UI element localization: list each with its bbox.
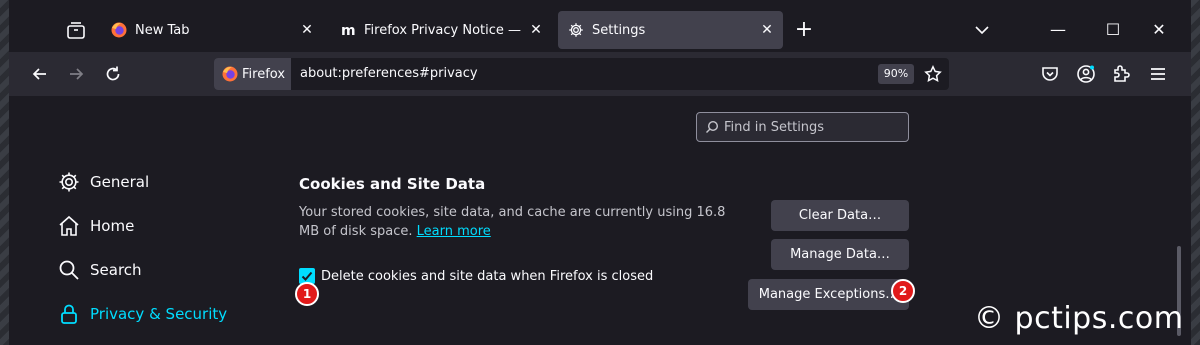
zoom-indicator[interactable]: 90% (878, 64, 914, 84)
category-home[interactable]: Home (57, 212, 134, 240)
new-tab-button[interactable]: + (794, 17, 814, 42)
bookmark-star-button[interactable] (924, 65, 942, 83)
forward-arrow-icon (70, 68, 84, 80)
tab-label: Firefox Privacy Notice — Mozilla (364, 22, 522, 38)
cookies-description: Your stored cookies, site data, and cach… (299, 203, 749, 241)
chevron-down-icon (975, 26, 989, 35)
annotation-badge-2: 2 (891, 279, 915, 303)
cookies-section-title: Cookies and Site Data (299, 175, 486, 193)
extensions-button[interactable] (1111, 64, 1131, 84)
forward-button[interactable] (66, 64, 86, 84)
maximize-icon: ☐ (1105, 20, 1121, 39)
firefox-icon (111, 22, 127, 38)
category-label: Home (90, 217, 135, 235)
app-menu-button[interactable] (1148, 64, 1168, 84)
gear-icon (569, 23, 583, 37)
tab-close-icon[interactable]: ✕ (759, 22, 775, 38)
star-icon (924, 65, 942, 82)
tab-strip: New Tab ✕ m Firefox Privacy Notice — Moz… (9, 0, 1191, 52)
category-label: Privacy & Security (90, 305, 228, 323)
learn-more-link[interactable]: Learn more (417, 224, 491, 239)
close-window-button[interactable]: ✕ (1145, 16, 1173, 44)
checkmark-icon (301, 271, 313, 281)
lock-icon (61, 304, 77, 324)
desktop-background-left (0, 0, 9, 345)
watermark: © pctips.com (974, 301, 1184, 336)
minimize-icon: — (1050, 20, 1066, 39)
maximize-button[interactable]: ☐ (1099, 16, 1127, 44)
puzzle-icon (1114, 65, 1130, 82)
tab-label: New Tab (135, 22, 190, 38)
delete-cookies-label: Delete cookies and site data when Firefo… (321, 268, 654, 284)
pocket-button[interactable] (1040, 64, 1060, 84)
annotation-badge-1: 1 (295, 282, 319, 306)
reload-button[interactable] (103, 64, 123, 84)
cookies-description-text: Your stored cookies, site data, and cach… (299, 205, 726, 239)
back-arrow-icon (32, 68, 46, 80)
account-icon (1077, 65, 1095, 83)
address-bar[interactable]: Firefox about:preferences#privacy 90% (214, 58, 949, 90)
firefox-view-button[interactable] (65, 20, 87, 42)
url-text[interactable]: about:preferences#privacy (300, 66, 478, 81)
settings-page: Find in Settings General Home Search Pri… (9, 96, 1191, 345)
minimize-button[interactable]: — (1044, 16, 1072, 44)
firefox-view-icon (67, 22, 85, 39)
find-in-settings-input[interactable]: Find in Settings (696, 112, 909, 142)
home-icon (59, 215, 79, 236)
tab-close-icon[interactable]: ✕ (528, 22, 544, 38)
search-icon (59, 260, 79, 280)
back-button[interactable] (30, 64, 50, 84)
reload-icon (106, 66, 120, 81)
tab-close-icon[interactable]: ✕ (299, 22, 315, 38)
tab-privacy-notice[interactable]: m Firefox Privacy Notice — Mozilla ✕ (330, 11, 552, 49)
category-label: General (90, 173, 150, 191)
pocket-icon (1042, 67, 1058, 81)
clear-data-button[interactable]: Clear Data… (771, 200, 909, 231)
firefox-icon (222, 66, 238, 82)
category-privacy-security[interactable]: Privacy & Security (57, 300, 227, 328)
desktop-background-right (1191, 0, 1200, 345)
close-icon: ✕ (1152, 20, 1166, 39)
tab-settings[interactable]: Settings ✕ (558, 11, 783, 49)
identity-box[interactable]: Firefox (214, 58, 291, 90)
search-placeholder: Find in Settings (724, 119, 825, 135)
browser-window: New Tab ✕ m Firefox Privacy Notice — Moz… (9, 0, 1191, 345)
category-search[interactable]: Search (57, 256, 142, 284)
category-label: Search (90, 261, 142, 279)
manage-data-button[interactable]: Manage Data… (771, 239, 909, 270)
hamburger-menu-icon (1151, 68, 1165, 80)
tab-label: Settings (592, 22, 646, 38)
list-all-tabs-button[interactable] (973, 20, 991, 40)
manage-exceptions-button[interactable]: Manage Exceptions… (748, 279, 909, 310)
svg-text:m: m (341, 23, 356, 38)
plus-icon: + (794, 17, 814, 42)
account-button[interactable] (1076, 64, 1096, 84)
delete-cookies-checkbox-row[interactable]: Delete cookies and site data when Firefo… (299, 268, 653, 284)
navigation-toolbar: Firefox about:preferences#privacy 90% (9, 52, 1191, 96)
tab-new-tab[interactable]: New Tab ✕ (101, 11, 323, 49)
search-icon (706, 120, 719, 133)
gear-icon (59, 172, 79, 192)
category-general[interactable]: General (57, 168, 149, 196)
mozilla-m-icon: m (340, 22, 356, 38)
identity-label: Firefox (242, 66, 286, 82)
